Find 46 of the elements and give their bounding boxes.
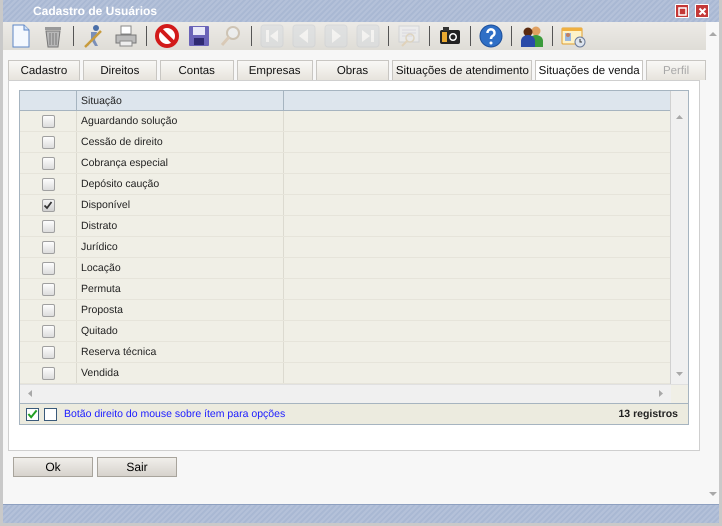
dialog-button[interactable]: Ok [13, 457, 93, 477]
vertical-scrollbar[interactable] [670, 91, 688, 384]
tab[interactable]: Direitos [82, 60, 157, 80]
table-cell: Jurídico [77, 237, 284, 257]
table-cell: Proposta [77, 300, 284, 320]
checkbox[interactable] [42, 324, 54, 338]
checkbox[interactable] [42, 262, 54, 274]
checkbox[interactable] [42, 114, 54, 128]
window-title: Cadastro de Usuários [33, 4, 158, 18]
tab[interactable]: Empresas [236, 60, 313, 80]
hint-text: Botão direito do mouse sobre ítem para opções [64, 408, 286, 420]
table-cell: Distrato [77, 216, 284, 236]
dialog-button[interactable]: Sair [97, 457, 177, 477]
no-entry-icon[interactable] [153, 22, 181, 50]
table-cell: Cobrança especial [77, 153, 284, 173]
tab[interactable]: Situações de venda [535, 60, 644, 81]
tab[interactable]: Obras [316, 60, 390, 80]
checkbox[interactable] [42, 136, 54, 148]
checkbox[interactable] [42, 198, 54, 212]
tab[interactable]: Contas [160, 60, 234, 80]
tab[interactable]: Situações de atendimento [392, 60, 532, 80]
table-cell: Disponível [77, 195, 284, 215]
maximize-button[interactable] [675, 4, 689, 18]
deselect-all-button[interactable] [44, 408, 57, 420]
checkbox[interactable] [42, 220, 54, 232]
close-button[interactable] [695, 4, 709, 18]
table-cell: Locação [77, 258, 284, 278]
checkbox[interactable] [42, 178, 54, 190]
table-cell: Vendida [77, 363, 284, 383]
checkbox[interactable] [42, 366, 54, 380]
tab[interactable]: Cadastro [8, 60, 80, 80]
table-cell: Depósito caução [77, 174, 284, 194]
checkbox[interactable] [42, 282, 54, 296]
checkbox[interactable] [42, 156, 54, 170]
select-all-button[interactable] [26, 408, 39, 420]
table-cell: Cessão de direito [77, 132, 284, 152]
checkbox[interactable] [42, 304, 54, 316]
record-count: 13 registros [618, 408, 678, 420]
horizontal-scrollbar[interactable] [20, 385, 671, 403]
checkbox[interactable] [42, 346, 54, 358]
help-icon[interactable] [477, 22, 505, 50]
table-cell: Permuta [77, 279, 284, 299]
table-cell: Reserva técnica [77, 342, 284, 362]
table-cell: Aguardando solução [77, 111, 284, 131]
checkbox[interactable] [42, 240, 54, 254]
table-cell: Quitado [77, 321, 284, 341]
